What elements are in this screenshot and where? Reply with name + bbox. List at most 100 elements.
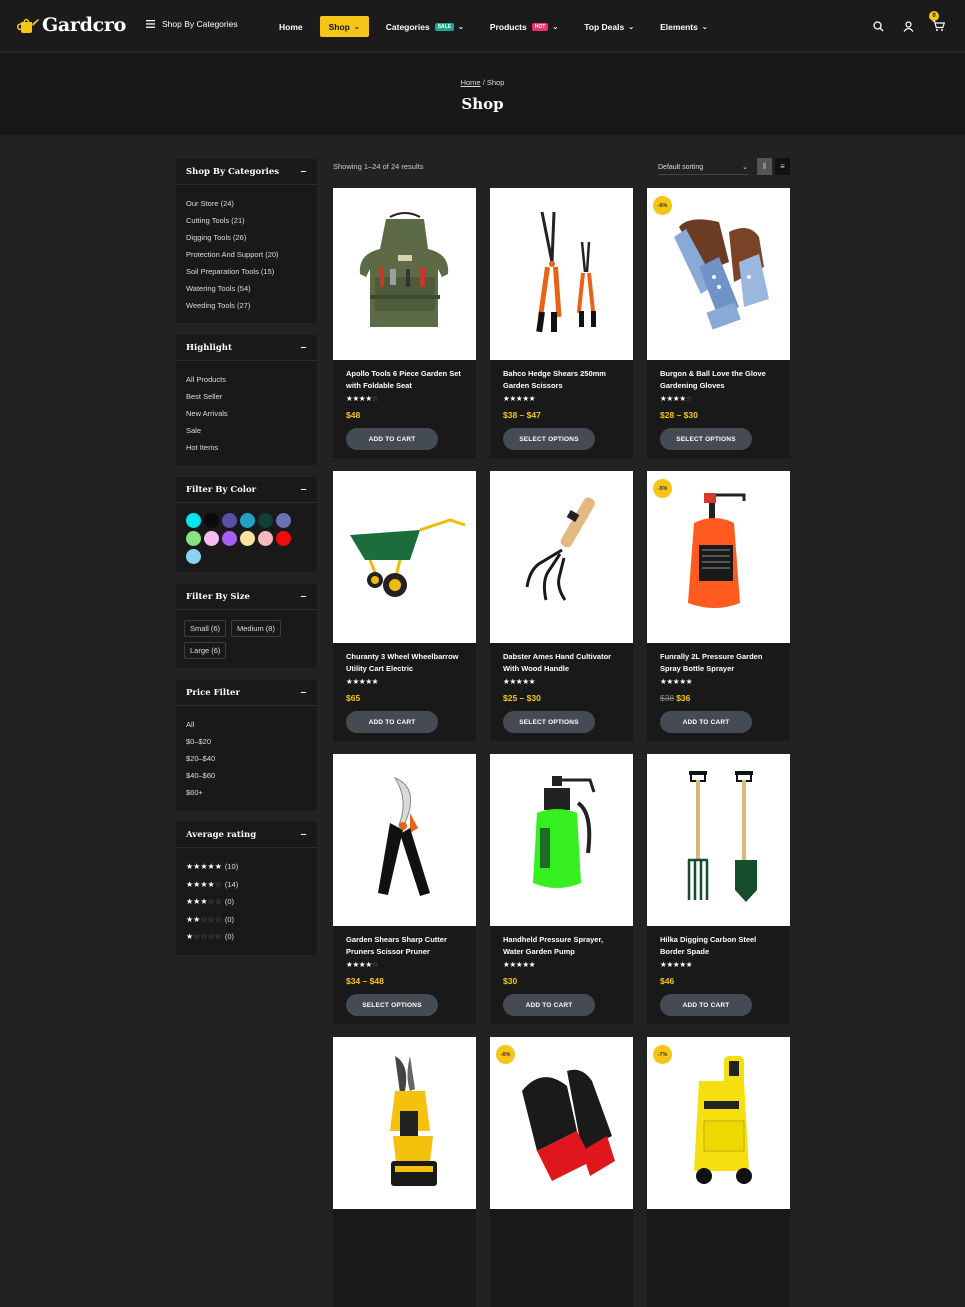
categories-widget: Shop By Categories − Our Store (24) Cuttin… xyxy=(176,159,317,323)
sorting-select[interactable]: Default sorting ⌄ xyxy=(658,160,748,175)
color-swatch[interactable] xyxy=(258,531,273,546)
color-swatch[interactable] xyxy=(222,513,237,528)
size-option[interactable]: Medium (8) xyxy=(231,620,281,637)
product-image[interactable] xyxy=(333,471,476,643)
color-swatch[interactable] xyxy=(204,531,219,546)
color-swatch[interactable] xyxy=(276,513,291,528)
grid-view-button[interactable]: ⦀ xyxy=(757,158,772,175)
collapse-icon[interactable]: − xyxy=(300,343,307,353)
color-swatch[interactable] xyxy=(240,513,255,528)
current-price: $34 – $48 xyxy=(346,976,384,986)
rating-filter-header[interactable]: Average rating − xyxy=(176,822,317,848)
product-title[interactable]: Handheld Pressure Sprayer, Water Garden … xyxy=(503,934,625,957)
price-range-link[interactable]: $40–$60 xyxy=(186,767,307,784)
add-to-cart-button[interactable]: ADD TO CART xyxy=(346,428,438,450)
nav-top-deals[interactable]: Top Deals ⌄ xyxy=(575,16,643,37)
color-swatch[interactable] xyxy=(186,549,201,564)
breadcrumb-home-link[interactable]: Home xyxy=(461,78,481,87)
category-link[interactable]: Soil Preparation Tools (15) xyxy=(186,263,307,280)
collapse-icon[interactable]: − xyxy=(300,830,307,840)
star-filled-icon: ★ xyxy=(528,677,536,686)
chevron-down-icon: ⌄ xyxy=(552,23,559,31)
add-to-cart-button[interactable]: ADD TO CART xyxy=(660,994,752,1016)
select-options-button[interactable]: SELECT OPTIONS xyxy=(503,711,595,733)
product-image[interactable]: -7% xyxy=(647,1037,790,1209)
collapse-icon[interactable]: − xyxy=(300,485,307,495)
product-image[interactable] xyxy=(490,188,633,360)
rating-filter-item[interactable]: ★★★★☆ (14) xyxy=(186,876,307,894)
select-options-button[interactable]: SELECT OPTIONS xyxy=(346,994,438,1016)
categories-widget-header[interactable]: Shop By Categories − xyxy=(176,159,317,185)
product-image[interactable] xyxy=(647,754,790,926)
product-image[interactable]: -6% xyxy=(490,1037,633,1209)
collapse-icon[interactable]: − xyxy=(300,592,307,602)
highlight-link[interactable]: Hot Items xyxy=(186,439,307,456)
rating-filter-item[interactable]: ★☆☆☆☆ (0) xyxy=(186,928,307,946)
add-to-cart-button[interactable]: ADD TO CART xyxy=(346,711,438,733)
add-to-cart-button[interactable]: ADD TO CART xyxy=(660,711,752,733)
rating-filter-item[interactable]: ★★★★★ (10) xyxy=(186,858,307,876)
category-link[interactable]: Watering Tools (54) xyxy=(186,280,307,297)
product-title[interactable]: Dabster Ames Hand Cultivator With Wood H… xyxy=(503,651,625,674)
select-options-button[interactable]: SELECT OPTIONS xyxy=(503,428,595,450)
category-link[interactable]: Digging Tools (26) xyxy=(186,229,307,246)
product-image[interactable] xyxy=(333,1037,476,1209)
product-image[interactable] xyxy=(333,188,476,360)
price-range-link[interactable]: $60+ xyxy=(186,784,307,801)
product-image[interactable] xyxy=(333,754,476,926)
color-swatch[interactable] xyxy=(204,513,219,528)
price-range-link[interactable]: All xyxy=(186,716,307,733)
nav-products[interactable]: Products HOT ⌄ xyxy=(481,16,567,37)
list-view-button[interactable]: ≡ xyxy=(775,158,790,175)
product-image[interactable] xyxy=(490,471,633,643)
category-link[interactable]: Protection And Support (20) xyxy=(186,246,307,263)
color-filter-header[interactable]: Filter By Color − xyxy=(176,477,317,503)
nav-elements[interactable]: Elements ⌄ xyxy=(651,16,717,37)
color-swatch[interactable] xyxy=(240,531,255,546)
highlight-link[interactable]: New Arrivals xyxy=(186,405,307,422)
category-link[interactable]: Cutting Tools (21) xyxy=(186,212,307,229)
logo[interactable]: Gardcro xyxy=(17,14,126,36)
nav-categories[interactable]: Categories SALE ⌄ xyxy=(377,16,473,37)
highlight-link[interactable]: Best Seller xyxy=(186,388,307,405)
account-button[interactable] xyxy=(898,16,918,36)
color-swatch[interactable] xyxy=(222,531,237,546)
product-title[interactable]: Churanty 3 Wheel Wheelbarrow Utility Car… xyxy=(346,651,468,674)
color-swatch[interactable] xyxy=(258,513,273,528)
color-swatch[interactable] xyxy=(186,531,201,546)
category-link[interactable]: Weeding Tools (27) xyxy=(186,297,307,314)
product-image[interactable]: -6% xyxy=(647,188,790,360)
product-title[interactable]: Funrally 2L Pressure Garden Spray Bottle… xyxy=(660,651,782,674)
price-filter-header[interactable]: Price Filter − xyxy=(176,680,317,706)
product-title[interactable]: Burgon & Ball Love the Glove Gardening G… xyxy=(660,368,782,391)
product-image[interactable] xyxy=(490,754,633,926)
price-range-link[interactable]: $0–$20 xyxy=(186,733,307,750)
select-options-button[interactable]: SELECT OPTIONS xyxy=(660,428,752,450)
product-title[interactable]: Bahco Hedge Shears 250mm Garden Scissors xyxy=(503,368,625,391)
highlight-widget-header[interactable]: Highlight − xyxy=(176,335,317,361)
shop-by-categories-button[interactable]: Shop By Categories xyxy=(146,19,238,29)
size-option[interactable]: Large (6) xyxy=(184,642,227,659)
rating-filter-item[interactable]: ★★★☆☆ (0) xyxy=(186,893,307,911)
category-link[interactable]: Our Store (24) xyxy=(186,195,307,212)
nav-home[interactable]: Home xyxy=(270,16,312,37)
collapse-icon[interactable]: − xyxy=(300,688,307,698)
spade-icon xyxy=(669,768,769,913)
product-image[interactable]: -5% xyxy=(647,471,790,643)
add-to-cart-button[interactable]: ADD TO CART xyxy=(503,994,595,1016)
size-option[interactable]: Small (6) xyxy=(184,620,227,637)
collapse-icon[interactable]: − xyxy=(300,167,307,177)
search-button[interactable] xyxy=(868,16,888,36)
color-swatch[interactable] xyxy=(276,531,291,546)
color-swatch[interactable] xyxy=(186,513,201,528)
price-range-link[interactable]: $20–$40 xyxy=(186,750,307,767)
product-title[interactable]: Apollo Tools 6 Piece Garden Set with Fol… xyxy=(346,368,468,391)
star-rating: ★★★★★ xyxy=(186,862,222,871)
product-title[interactable]: Hilka Digging Carbon Steel Border Spade xyxy=(660,934,782,957)
size-filter-header[interactable]: Filter By Size − xyxy=(176,584,317,610)
product-title[interactable]: Garden Shears Sharp Cutter Pruners Sciss… xyxy=(346,934,468,957)
rating-filter-item[interactable]: ★★☆☆☆ (0) xyxy=(186,911,307,929)
nav-shop[interactable]: Shop ⌄ xyxy=(319,16,369,37)
highlight-link[interactable]: Sale xyxy=(186,422,307,439)
highlight-link[interactable]: All Products xyxy=(186,371,307,388)
